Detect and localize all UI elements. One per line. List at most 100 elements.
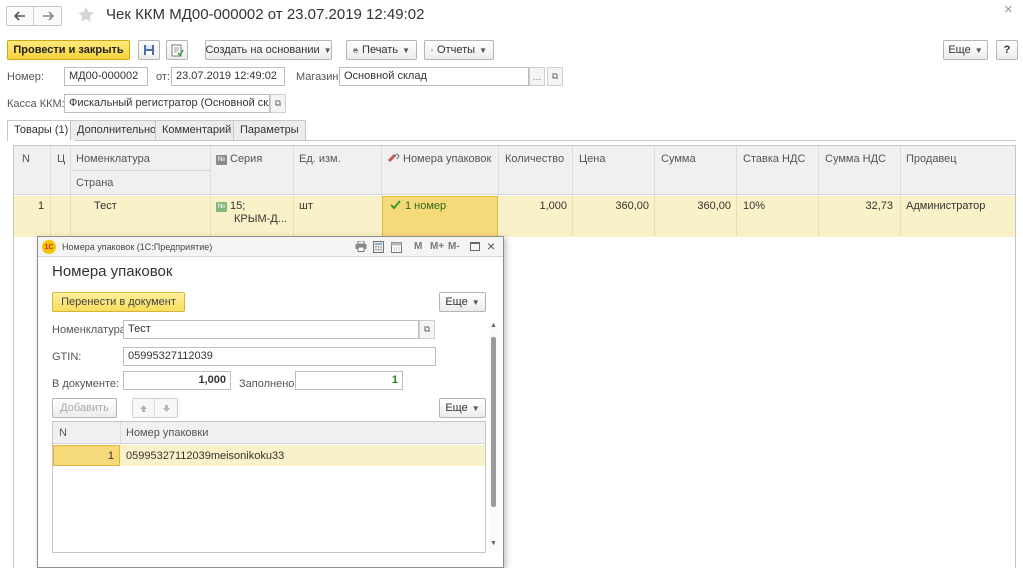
gtin-field[interactable]: 05995327112039 xyxy=(123,347,436,366)
maximize-icon[interactable] xyxy=(470,242,480,251)
col-price-header[interactable]: Цена xyxy=(579,153,605,165)
tabs-baseline xyxy=(7,140,1016,141)
col-seller-header[interactable]: Продавец xyxy=(906,153,957,165)
reports-label: Отчеты xyxy=(437,44,476,56)
dialog-close-icon[interactable]: × xyxy=(487,238,495,254)
dialog-more-label: Еще xyxy=(445,296,468,308)
filled-label: Заполнено: xyxy=(239,378,298,390)
row-vat-sum: 32,73 xyxy=(865,200,893,212)
in-document-label: В документе: xyxy=(52,378,120,390)
col-package-numbers-header[interactable]: Номера упаковок xyxy=(387,153,491,165)
calendar-icon[interactable] xyxy=(391,241,402,256)
printer-icon xyxy=(353,47,358,53)
scroll-up-icon[interactable]: ▲ xyxy=(490,322,497,329)
package-row-number: 05995327112039meisonikoku33 xyxy=(126,450,285,462)
col-sum-header[interactable]: Сумма xyxy=(661,153,696,165)
barcode-scan-icon xyxy=(387,153,400,163)
tab-additional[interactable]: Дополнительно xyxy=(70,120,164,140)
package-table-header xyxy=(53,422,485,444)
col-series-label: Серия xyxy=(230,153,263,165)
col-quantity-header[interactable]: Количество xyxy=(505,153,564,165)
number-field[interactable]: МД00-000002 xyxy=(64,67,148,86)
tab-goods[interactable]: Товары (1) xyxy=(7,120,76,141)
move-up-button[interactable] xyxy=(133,399,155,417)
transfer-to-document-button[interactable]: Перенести в документ xyxy=(52,292,185,312)
store-open-icon[interactable]: ⧉ xyxy=(547,67,563,86)
create-based-on-label: Создать на основании xyxy=(205,44,320,56)
dialog-nomenclature-field[interactable]: Тест xyxy=(123,320,419,339)
row-package-numbers[interactable]: 1 номер xyxy=(390,200,446,212)
post-and-close-button[interactable]: Провести и закрыть xyxy=(7,40,130,60)
row-seller: Администратор xyxy=(906,200,986,212)
caret-down-icon: ▼ xyxy=(471,403,480,413)
tab-parameters[interactable]: Параметры xyxy=(233,120,306,140)
favorite-star-icon[interactable] xyxy=(77,6,95,26)
tab-comment[interactable]: Комментарий xyxy=(155,120,239,140)
col-series-header[interactable]: № Серия xyxy=(216,153,262,165)
col-unit-header[interactable]: Ед. изм. xyxy=(299,153,341,165)
memory-plus-button[interactable]: M+ xyxy=(430,241,444,252)
store-field[interactable]: Основной склад xyxy=(339,67,529,86)
col-vat-sum-header[interactable]: Сумма НДС xyxy=(825,153,886,165)
create-based-on-button[interactable]: Создать на основании ▼ xyxy=(205,40,332,60)
row-sum: 360,00 xyxy=(697,200,731,212)
checkmark-icon xyxy=(390,200,401,210)
close-icon[interactable]: × xyxy=(1004,1,1013,18)
col-n-header[interactable]: N xyxy=(22,153,30,165)
forward-button[interactable] xyxy=(34,7,61,25)
date-field[interactable]: 23.07.2019 12:49:02 xyxy=(171,67,285,86)
col-c-header[interactable]: Ц xyxy=(57,153,65,165)
post-and-close-label: Провести и закрыть xyxy=(13,44,124,56)
arrow-down-icon xyxy=(162,404,170,412)
transfer-to-document-label: Перенести в документ xyxy=(61,296,176,308)
package-col-number-header[interactable]: Номер упаковки xyxy=(126,427,208,439)
row-price: 360,00 xyxy=(615,200,649,212)
col-nomenclature-header[interactable]: Номенклатура xyxy=(76,153,150,165)
floppy-disk-icon xyxy=(144,45,154,55)
caret-down-icon: ▼ xyxy=(479,45,487,55)
more-button[interactable]: Еще ▼ xyxy=(943,40,988,60)
more-label: Еще xyxy=(948,44,971,56)
memory-m-button[interactable]: M xyxy=(414,241,422,252)
report-icon xyxy=(431,48,434,52)
row-package-numbers-label: 1 номер xyxy=(405,200,447,212)
gtin-label: GTIN: xyxy=(52,351,82,363)
package-row-n: 1 xyxy=(107,450,114,462)
nav-buttons-group xyxy=(6,6,62,26)
register-label: Касса ККМ: xyxy=(7,98,65,110)
print-label: Печать xyxy=(362,44,399,56)
register-field[interactable]: Фискальный регистратор (Основной склад) xyxy=(64,94,270,113)
help-button[interactable]: ? xyxy=(996,40,1018,60)
number-label: Номер: xyxy=(7,71,44,83)
post-button[interactable] xyxy=(166,40,188,60)
dialog-more2-button[interactable]: Еще ▼ xyxy=(439,398,486,418)
back-button[interactable] xyxy=(7,7,34,25)
package-col-n-header[interactable]: N xyxy=(59,427,67,439)
post-document-icon xyxy=(171,44,184,56)
nomenclature-open-icon[interactable]: ⧉ xyxy=(419,320,435,339)
dialog-nomenclature-label: Номенклатура: xyxy=(52,324,129,336)
dialog-more2-label: Еще xyxy=(445,402,468,414)
save-button[interactable] xyxy=(138,40,160,60)
add-button[interactable]: Добавить xyxy=(52,398,117,418)
row-unit: шт xyxy=(299,200,313,212)
print-button[interactable]: Печать ▼ xyxy=(346,40,417,60)
memory-minus-button[interactable]: M- xyxy=(448,241,460,252)
filled-field: 1 xyxy=(295,371,403,390)
print-icon[interactable] xyxy=(355,240,367,255)
col-country-header[interactable]: Страна xyxy=(76,177,113,189)
scrollbar-thumb[interactable] xyxy=(491,337,496,507)
reports-button[interactable]: Отчеты ▼ xyxy=(424,40,494,60)
date-label: от: xyxy=(156,71,170,83)
dialog-more-button[interactable]: Еще ▼ xyxy=(439,292,486,312)
scroll-down-icon[interactable]: ▼ xyxy=(490,540,497,547)
move-down-button[interactable] xyxy=(155,399,177,417)
app-logo-text: 1С xyxy=(44,243,54,251)
col-vat-rate-header[interactable]: Ставка НДС xyxy=(743,153,805,165)
store-select-button[interactable]: … xyxy=(529,67,545,86)
row-nomenclature: Тест xyxy=(94,200,117,212)
row-series-line2: КРЫМ-Д... xyxy=(234,213,287,225)
register-open-icon[interactable]: ⧉ xyxy=(270,94,286,113)
store-label: Магазин: xyxy=(296,71,342,83)
calculator-icon[interactable] xyxy=(373,241,384,256)
